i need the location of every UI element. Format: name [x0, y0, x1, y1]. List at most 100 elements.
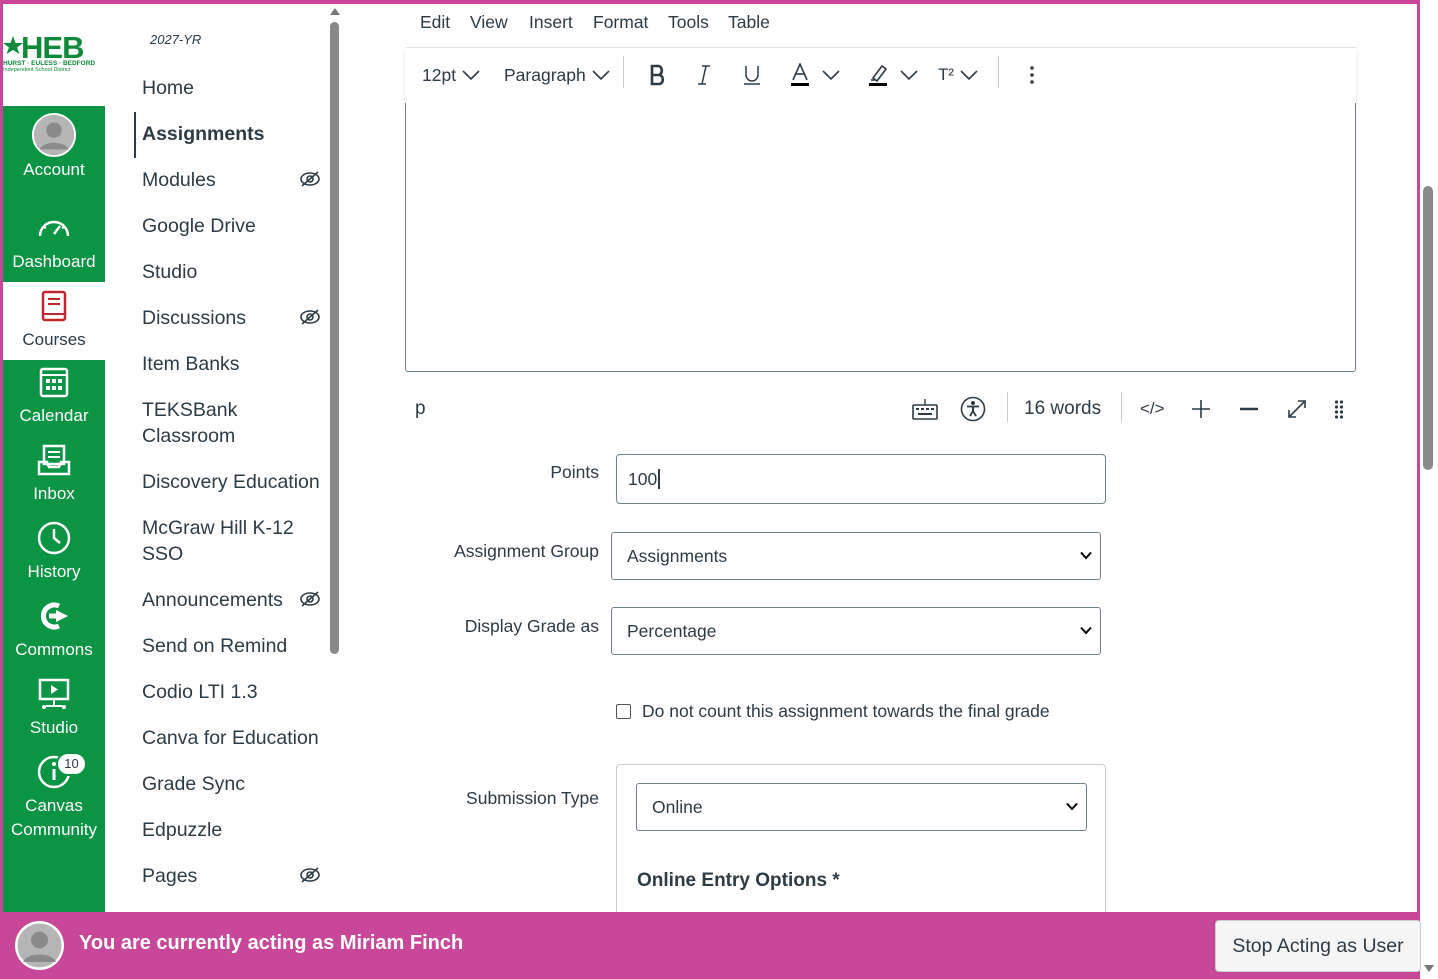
- chevron-down-icon[interactable]: [960, 69, 978, 81]
- decrease-height-button[interactable]: [1239, 388, 1259, 430]
- course-nav-label-line2: SSO: [142, 543, 184, 565]
- course-nav-canva[interactable]: Canva for Education: [142, 725, 327, 751]
- course-nav-send-on-remind[interactable]: Send on Remind: [142, 633, 327, 659]
- course-nav-codio[interactable]: Codio LTI 1.3: [142, 679, 327, 705]
- course-nav-mcgraw-hill[interactable]: McGraw Hill K-12 SSO: [142, 515, 327, 567]
- display-grade-value: Percentage: [627, 620, 717, 641]
- global-nav-label: Calendar: [19, 406, 89, 425]
- rich-text-editor-area[interactable]: [405, 103, 1356, 372]
- menu-view[interactable]: View: [470, 12, 508, 33]
- keyboard-shortcuts-button[interactable]: [912, 388, 938, 430]
- courses-book-icon: [41, 290, 67, 322]
- html-editor-toggle[interactable]: </>: [1140, 388, 1165, 430]
- hidden-eye-icon: [300, 591, 320, 607]
- menu-insert[interactable]: Insert: [529, 12, 573, 33]
- editor-statusbar: p 16 words </>: [405, 388, 1356, 430]
- submission-type-select[interactable]: Online: [636, 783, 1087, 831]
- increase-height-button[interactable]: [1191, 388, 1211, 430]
- kebab-menu-icon: [1030, 66, 1034, 84]
- global-nav-inbox[interactable]: Inbox: [3, 440, 105, 518]
- global-nav-history[interactable]: History: [3, 518, 105, 596]
- course-nav-item-banks[interactable]: Item Banks: [142, 351, 327, 377]
- chevron-down-icon[interactable]: [900, 69, 918, 81]
- editor-menubar: Edit View Insert Format Tools Table: [405, 4, 1356, 48]
- font-size-dropdown[interactable]: 12pt: [422, 58, 480, 92]
- omit-from-final-grade-checkbox[interactable]: [616, 704, 631, 719]
- global-nav-items: Account Dashboard Courses Calendar Inbox…: [3, 106, 105, 912]
- accessibility-icon: [960, 396, 986, 422]
- points-value: 100: [628, 468, 658, 489]
- scrollbar-thumb[interactable]: [330, 22, 339, 654]
- menu-format[interactable]: Format: [593, 12, 648, 33]
- superscript-button[interactable]: T²: [938, 58, 978, 92]
- fullscreen-button[interactable]: [1287, 388, 1307, 430]
- submission-type-value: Online: [652, 796, 703, 817]
- scroll-down-arrow-icon[interactable]: [1424, 965, 1434, 972]
- global-nav-canvas-community[interactable]: 10 Canvas Community: [3, 752, 105, 848]
- bold-button[interactable]: [649, 58, 667, 92]
- global-nav-studio[interactable]: Studio: [3, 674, 105, 752]
- global-nav-courses[interactable]: Courses: [3, 282, 105, 360]
- italic-icon: [698, 65, 710, 85]
- omit-from-final-grade-label[interactable]: Do not count this assignment towards the…: [642, 701, 1050, 722]
- word-count[interactable]: 16 words: [1024, 388, 1101, 430]
- notification-badge: 10: [56, 752, 87, 776]
- course-nav-teksbank-classroom[interactable]: TEKSBank Classroom: [142, 397, 327, 449]
- calendar-icon: [39, 367, 69, 398]
- display-grade-select[interactable]: Percentage: [611, 607, 1101, 655]
- italic-button[interactable]: [696, 58, 712, 92]
- text-color-button[interactable]: [790, 58, 840, 92]
- active-indicator: [134, 112, 136, 158]
- menu-table[interactable]: Table: [728, 12, 770, 33]
- course-nav-studio[interactable]: Studio: [142, 259, 327, 285]
- points-input[interactable]: 100: [616, 454, 1106, 504]
- global-nav-label: Studio: [29, 718, 79, 737]
- chevron-down-icon: [1080, 626, 1092, 635]
- global-nav-account[interactable]: Account: [3, 112, 105, 190]
- course-nav-home[interactable]: Home: [142, 75, 327, 101]
- element-path[interactable]: p: [415, 388, 426, 430]
- chevron-down-icon: [1080, 551, 1092, 560]
- display-grade-label: Display Grade as: [464, 616, 599, 636]
- course-nav-edpuzzle[interactable]: Edpuzzle: [142, 817, 327, 843]
- chevron-down-icon[interactable]: [822, 69, 840, 81]
- logo-line2: Independent School District: [3, 67, 71, 73]
- global-nav-calendar[interactable]: Calendar: [3, 362, 105, 440]
- resize-handle[interactable]: [1334, 388, 1344, 430]
- chevron-down-icon: [1066, 802, 1078, 811]
- font-size-value: 12pt: [422, 64, 457, 85]
- block-format-value: Paragraph: [504, 64, 586, 85]
- global-nav-label: Inbox: [33, 484, 75, 503]
- course-nav-scrollbar[interactable]: [327, 4, 343, 912]
- course-nav-google-drive[interactable]: Google Drive: [142, 213, 327, 239]
- district-logo[interactable]: HEB HURST · EULESS · BEDFORD Independent…: [3, 30, 105, 106]
- accessibility-checker-button[interactable]: [960, 388, 986, 430]
- course-nav-grade-sync[interactable]: Grade Sync: [142, 771, 327, 797]
- masquerade-bar: You are currently acting as Miriam Finch…: [0, 912, 1421, 979]
- assignment-group-select[interactable]: Assignments: [611, 532, 1101, 580]
- minus-icon: [1240, 407, 1258, 411]
- more-options-button[interactable]: [1029, 58, 1035, 92]
- chevron-down-icon: [592, 70, 610, 81]
- scrollbar-thumb[interactable]: [1423, 186, 1433, 470]
- menu-tools[interactable]: Tools: [668, 12, 709, 33]
- global-nav-label: Account: [23, 160, 85, 179]
- assignment-group-value: Assignments: [627, 545, 728, 566]
- toolbar-divider: [623, 56, 624, 88]
- expand-icon: [1288, 400, 1306, 418]
- global-nav-dashboard[interactable]: Dashboard: [3, 208, 105, 286]
- scroll-up-arrow-icon[interactable]: [330, 8, 340, 15]
- stop-acting-as-user-button[interactable]: Stop Acting as User: [1215, 920, 1421, 972]
- course-nav-assignments[interactable]: Assignments: [142, 121, 327, 147]
- page-scrollbar[interactable]: [1420, 0, 1438, 979]
- masquerade-avatar: [15, 921, 64, 970]
- block-format-dropdown[interactable]: Paragraph: [504, 58, 610, 92]
- course-nav-discovery-education[interactable]: Discovery Education: [142, 469, 342, 495]
- course-nav-label-line1: TEKSBank: [142, 399, 238, 421]
- statusbar-divider: [1007, 392, 1008, 422]
- underline-button[interactable]: [743, 58, 761, 92]
- highlight-color-button[interactable]: [868, 58, 918, 92]
- global-nav-commons[interactable]: Commons: [3, 596, 105, 674]
- drag-handle-icon: [1334, 400, 1344, 419]
- menu-edit[interactable]: Edit: [420, 12, 450, 33]
